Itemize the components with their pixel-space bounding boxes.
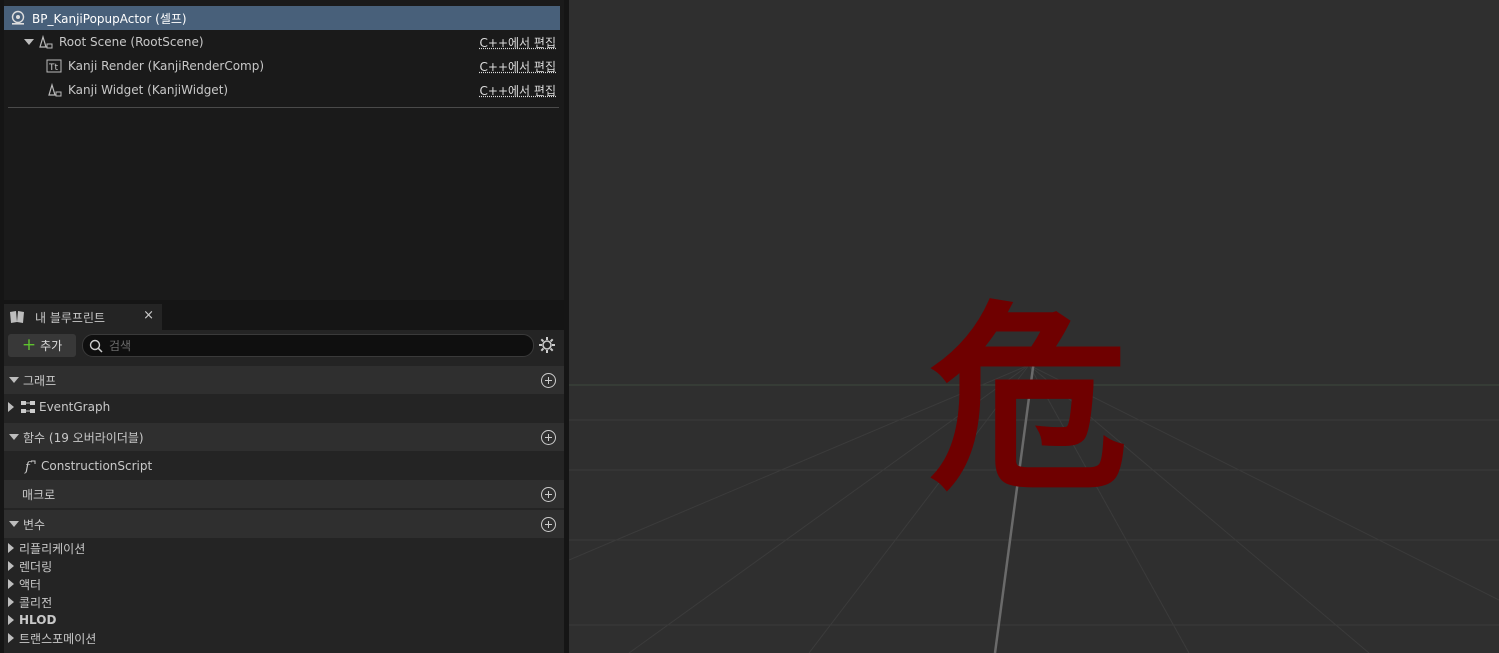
add-button[interactable]: + 추가 [8,334,76,357]
left-panel: BP_KanjiPopupActor (셀프) Root Scene (Root… [0,0,569,653]
my-blueprint-panel: + 추가 검색 그래프 EventGraph 함수 (19 오버라이더블) f … [4,330,564,653]
item-construction-script[interactable]: f ConstructionScript [4,453,564,479]
component-kanji-render[interactable]: Tt Kanji Render (KanjiRenderComp) C++에서 … [4,54,560,78]
collapsed-arrow-icon[interactable] [8,597,14,607]
item-label: EventGraph [39,400,111,414]
book-icon [10,311,24,323]
category-hlod[interactable]: HLOD [4,611,304,629]
expand-arrow-icon [9,377,19,383]
collapsed-arrow-icon[interactable] [8,543,14,553]
component-root-scene[interactable]: Root Scene (RootScene) C++에서 편집 [4,30,560,54]
collapsed-arrow-icon[interactable] [8,615,14,625]
function-icon: f [24,460,36,474]
component-label: Kanji Render (KanjiRenderComp) [68,59,265,73]
tab-my-blueprint[interactable]: 내 블루프린트 × [4,304,162,330]
viewport[interactable]: 危 [569,0,1499,653]
category-actor[interactable]: 액터 [4,575,304,593]
edit-in-cpp-link[interactable]: C++에서 편집 [480,58,556,75]
section-functions[interactable]: 함수 (19 오버라이더블) [4,423,564,451]
close-icon[interactable]: × [143,308,154,323]
kanji-text-render[interactable]: 危 [929,285,1129,518]
category-replication[interactable]: 리플리케이션 [4,539,304,557]
component-root-actor[interactable]: BP_KanjiPopupActor (셀프) [4,6,560,30]
item-label: ConstructionScript [41,459,153,473]
category-label: 트랜스포메이션 [19,631,97,646]
category-rendering[interactable]: 렌더링 [4,557,304,575]
section-macros[interactable]: 매크로 [4,480,564,508]
widget-component-icon [48,82,62,97]
add-function-icon[interactable] [541,430,556,445]
expand-arrow-icon [9,434,19,440]
collapsed-arrow-icon[interactable] [8,633,14,643]
component-label: Kanji Widget (KanjiWidget) [68,83,229,97]
add-variable-icon[interactable] [541,517,556,532]
search-icon [89,339,103,353]
collapsed-arrow-icon[interactable] [8,579,14,589]
section-graphs[interactable]: 그래프 [4,366,564,394]
category-collision[interactable]: 콜리전 [4,593,304,611]
edit-in-cpp-link[interactable]: C++에서 편집 [480,82,556,99]
component-label: Root Scene (RootScene) [59,35,204,49]
text-render-icon: Tt [46,59,62,73]
section-title: 그래프 [23,373,57,388]
root-actor-label: BP_KanjiPopupActor (셀프) [32,11,187,26]
category-label: HLOD [19,613,57,627]
gear-icon[interactable] [538,336,556,354]
section-variables[interactable]: 변수 [4,510,564,538]
plus-icon: + [21,335,37,355]
expand-arrow-icon [9,521,19,527]
add-graph-icon[interactable] [541,373,556,388]
scene-component-icon [39,34,53,49]
section-title: 매크로 [22,487,56,502]
svg-text:Tt: Tt [48,63,58,73]
search-input[interactable]: 검색 [82,334,534,357]
collapsed-arrow-icon[interactable] [8,561,14,571]
category-label: 콜리전 [19,595,53,610]
category-label: 렌더링 [19,559,53,574]
search-placeholder: 검색 [109,339,132,353]
component-kanji-widget[interactable]: Kanji Widget (KanjiWidget) C++에서 편집 [4,78,560,102]
category-label: 액터 [19,577,42,592]
section-title: 변수 [23,517,46,532]
category-label: 리플리케이션 [19,541,86,556]
viewport-scene[interactable]: 危 [569,0,1499,653]
event-graph-icon [21,401,35,413]
item-event-graph[interactable]: EventGraph [4,394,564,420]
add-button-label: 추가 [40,339,63,353]
svg-text:f: f [24,460,32,474]
tab-label: 내 블루프린트 [35,310,106,325]
collapse-arrow-icon[interactable] [24,39,34,45]
category-transformation[interactable]: 트랜스포메이션 [4,629,304,647]
section-title: 함수 (19 오버라이더블) [23,430,144,445]
collapsed-arrow-icon[interactable] [8,402,14,412]
edit-in-cpp-link[interactable]: C++에서 편집 [480,34,556,51]
my-blueprint-tabbar: 내 블루프린트 × [4,304,564,330]
actor-icon [11,10,25,25]
add-macro-icon[interactable] [541,487,556,502]
divider [8,107,559,108]
kanji-glyph: 危 [929,285,1129,518]
